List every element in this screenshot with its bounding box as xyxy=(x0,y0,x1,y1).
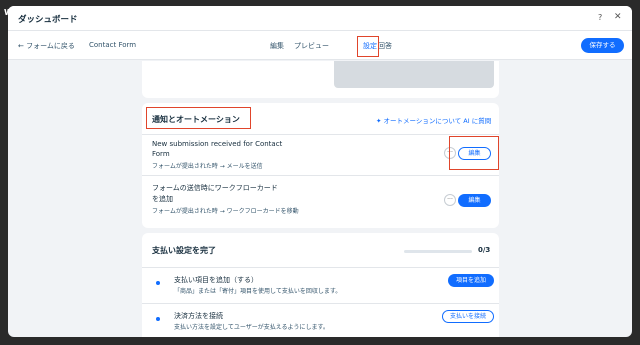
ai-ask-link[interactable]: ✦ オートメーションについて AI に質問 xyxy=(376,115,491,125)
payment-step-title: 支払い項目を追加（する） xyxy=(174,276,258,284)
divider xyxy=(142,303,499,304)
close-icon[interactable]: ✕ xyxy=(614,12,622,22)
tab-edit[interactable]: 編集 xyxy=(270,41,284,51)
automation-row-title-cont: Form xyxy=(152,150,170,158)
payment-step-subtitle: 支払い方法を設定してユーザーが支払えるようにします。 xyxy=(174,324,329,331)
payment-progress-bar xyxy=(404,250,472,253)
sparkle-icon: ✦ xyxy=(376,117,382,125)
highlight-box-edit-button xyxy=(449,136,499,170)
step-bullet xyxy=(156,317,160,321)
form-toolbar: ← フォームに戻る Contact Form 編集 プレビュー 設定 回答 保存… xyxy=(8,31,632,60)
ai-ask-label: オートメーションについて AI に質問 xyxy=(383,117,492,125)
connect-payment-button[interactable]: 支払いを接続 xyxy=(442,310,494,323)
payment-step-subtitle: 「商品」または「寄付」項目を使用して支払いを回収します。 xyxy=(174,288,342,295)
divider xyxy=(142,175,499,176)
form-name: Contact Form xyxy=(89,41,137,49)
payment-title: 支払い設定を完了 xyxy=(152,246,216,255)
automation-card: 通知とオートメーション ✦ オートメーションについて AI に質問 New su… xyxy=(142,103,499,228)
more-actions-button[interactable]: ··· xyxy=(444,194,456,206)
settings-content: 通知とオートメーション ✦ オートメーションについて AI に質問 New su… xyxy=(8,61,632,337)
highlight-box-settings-tab xyxy=(357,36,379,57)
save-button[interactable]: 保存する xyxy=(581,38,624,53)
edit-automation-button[interactable]: 編集 xyxy=(458,194,491,207)
payment-card: 支払い設定を完了 0/3 支払い項目を追加（する） 「商品」または「寄付」項目を… xyxy=(142,233,499,337)
tab-preview[interactable]: プレビュー xyxy=(294,41,329,51)
automation-row-title-cont: を追加 xyxy=(152,195,173,203)
dashboard-modal: ダッシュボード ? ✕ ← フォームに戻る Contact Form 編集 プレ… xyxy=(8,6,632,337)
automation-row-subtitle: フォームが提出された時 → ワークフローカードを移動 xyxy=(152,208,299,215)
divider xyxy=(142,134,499,135)
modal-header: ダッシュボード ? ✕ xyxy=(8,6,632,31)
tab-responses[interactable]: 回答 xyxy=(378,41,392,51)
automation-row-subtitle: フォームが提出された時 → メールを送信 xyxy=(152,163,263,170)
help-icon[interactable]: ? xyxy=(598,13,602,22)
preview-card xyxy=(142,61,499,98)
highlight-box-automation-title xyxy=(146,107,251,129)
payment-progress-text: 0/3 xyxy=(478,246,491,254)
back-to-forms-link[interactable]: ← フォームに戻る xyxy=(18,41,75,51)
modal-title: ダッシュボード xyxy=(18,15,78,25)
step-bullet xyxy=(156,281,160,285)
form-thumbnail xyxy=(334,61,494,88)
automation-row-title: フォームの送信時にワークフローカード xyxy=(152,184,278,192)
automation-row-title: New submission received for Contact xyxy=(152,140,283,148)
payment-step-title: 決済方法を接続 xyxy=(174,312,223,320)
add-item-button[interactable]: 項目を追加 xyxy=(448,274,494,287)
divider xyxy=(142,267,499,268)
